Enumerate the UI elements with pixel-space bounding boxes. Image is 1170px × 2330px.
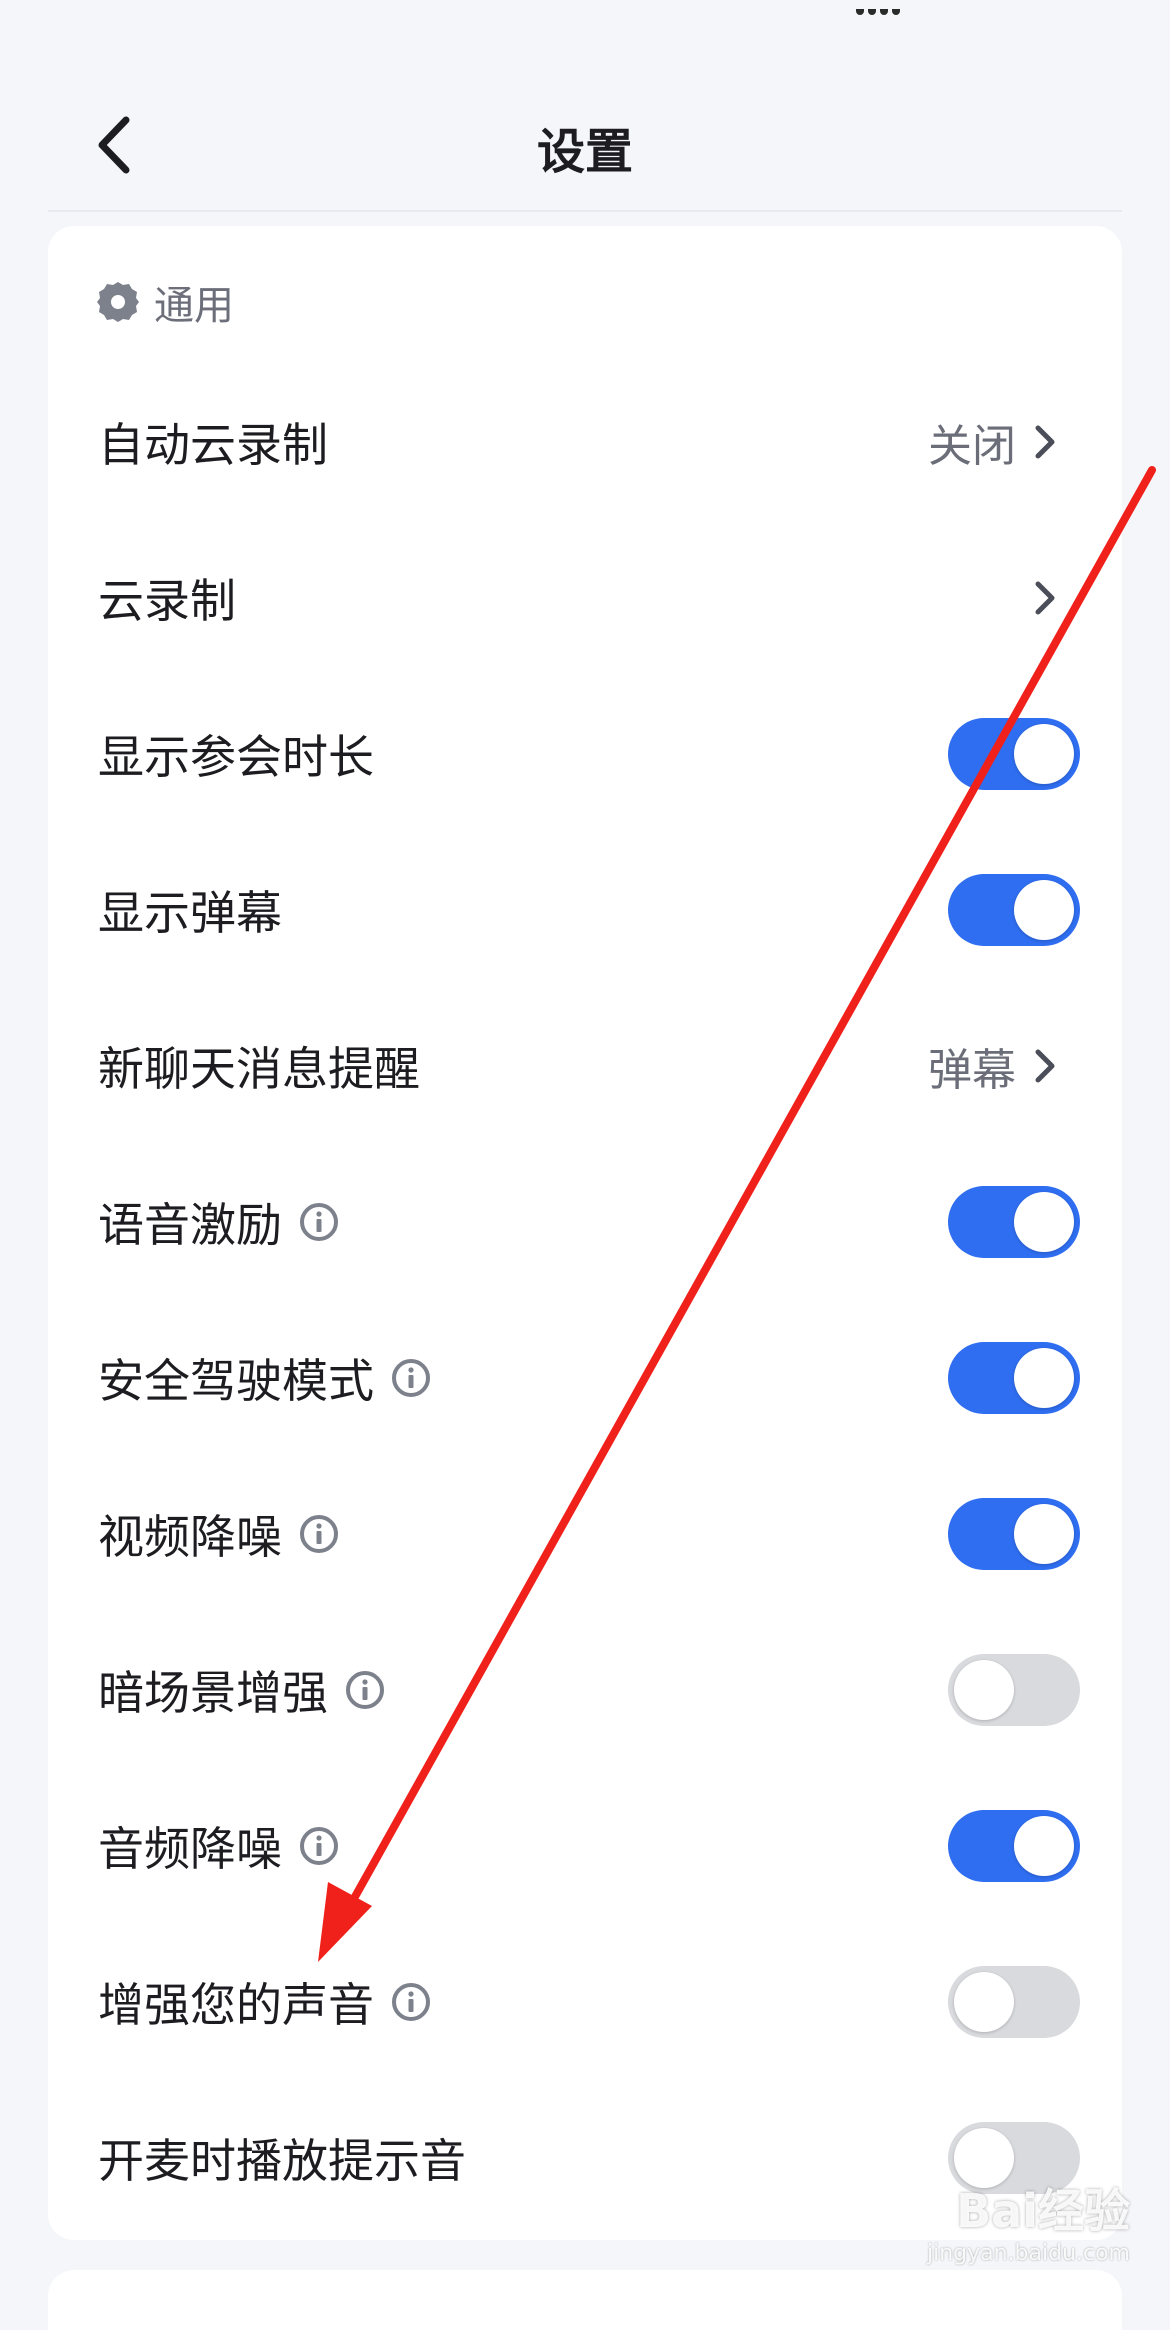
chevron-right-icon <box>1035 581 1055 615</box>
toggle-knob <box>954 1972 1014 2032</box>
settings-row-cloud-record[interactable]: 云录制 <box>48 520 1122 676</box>
toggle-switch[interactable] <box>948 1810 1080 1882</box>
settings-row-voice-incentive: 语音激励 <box>48 1144 1122 1300</box>
chevron-right-icon <box>1035 1049 1055 1083</box>
settings-row-label: 安全驾驶模式 <box>98 1345 432 1411</box>
info-icon[interactable] <box>298 1513 340 1555</box>
row-control <box>948 718 1080 790</box>
settings-row-video-noise-reduction: 视频降噪 <box>48 1456 1122 1612</box>
toggle-switch[interactable] <box>948 718 1080 790</box>
info-icon[interactable] <box>298 1825 340 1867</box>
row-control <box>1030 576 1060 620</box>
row-control <box>948 1810 1080 1882</box>
section-header: 通用 <box>94 272 234 332</box>
row-control: 关闭 <box>928 410 1060 474</box>
toggle-switch[interactable] <box>948 1498 1080 1570</box>
page-title: 设置 <box>536 124 633 180</box>
row-label-text: 语音激励 <box>98 1198 282 1252</box>
settings-card: 通用 自动云录制 关闭云录制显示参会时长 显示弹幕新聊天消息提醒 弹幕语音激励安全驾驶… <box>48 226 1122 2240</box>
settings-row-new-chat-reminder[interactable]: 新聊天消息提醒 弹幕 <box>48 988 1122 1144</box>
settings-row-label: 显示参会时长 <box>98 721 374 787</box>
row-control <box>948 1186 1080 1258</box>
settings-row-label: 视频降噪 <box>98 1501 340 1567</box>
info-icon[interactable] <box>390 1981 432 2023</box>
settings-row-auto-cloud-record[interactable]: 自动云录制 关闭 <box>48 364 1122 520</box>
row-value: 弹幕 <box>928 1045 1016 1096</box>
toggle-knob <box>1014 1816 1074 1876</box>
row-label-text: 视频降噪 <box>98 1510 282 1564</box>
settings-row-label: 自动云录制 <box>98 409 328 475</box>
info-icon[interactable] <box>298 1201 340 1243</box>
row-control <box>948 1966 1080 2038</box>
settings-row-show-meeting-duration: 显示参会时长 <box>48 676 1122 832</box>
row-label-text: 开麦时播放提示音 <box>98 2134 466 2188</box>
toggle-switch[interactable] <box>948 874 1080 946</box>
section-title: 通用 <box>154 283 234 329</box>
watermark: Bai经验 jingyan.baidu.com <box>926 2184 1130 2266</box>
info-icon[interactable] <box>390 1357 432 1399</box>
toggle-switch[interactable] <box>948 1342 1080 1414</box>
settings-row-low-light-enhance: 暗场景增强 <box>48 1612 1122 1768</box>
settings-row-label: 语音激励 <box>98 1189 340 1255</box>
settings-row-audio-noise-reduction: 音频降噪 <box>48 1768 1122 1924</box>
navigation-bar: 设置 <box>0 0 1170 210</box>
chevron-right-icon <box>1035 425 1055 459</box>
row-control <box>948 1342 1080 1414</box>
settings-row-label: 开麦时播放提示音 <box>98 2125 466 2191</box>
row-label-text: 自动云录制 <box>98 418 328 472</box>
toggle-knob <box>1014 724 1074 784</box>
gear-icon <box>97 282 139 322</box>
settings-row-label: 显示弹幕 <box>98 877 282 943</box>
info-icon[interactable] <box>344 1669 386 1711</box>
row-label-text: 显示弹幕 <box>98 886 282 940</box>
row-label-text: 暗场景增强 <box>98 1666 328 1720</box>
row-label-text: 新聊天消息提醒 <box>98 1042 420 1096</box>
row-value: 关闭 <box>928 421 1016 472</box>
settings-row-label: 增强您的声音 <box>98 1969 432 2035</box>
toggle-switch[interactable] <box>948 1966 1080 2038</box>
row-control: 弹幕 <box>928 1034 1060 1098</box>
row-label-text: 安全驾驶模式 <box>98 1354 374 1408</box>
divider <box>48 210 1122 212</box>
settings-row-label: 新聊天消息提醒 <box>98 1033 420 1099</box>
toggle-knob <box>954 1660 1014 1720</box>
row-control <box>948 1498 1080 1570</box>
settings-row-label: 暗场景增强 <box>98 1657 386 1723</box>
toggle-knob <box>1014 1504 1074 1564</box>
row-label-text: 云录制 <box>98 574 236 628</box>
settings-row-enhance-voice: 增强您的声音 <box>48 1924 1122 2080</box>
row-label-text: 显示参会时长 <box>98 730 374 784</box>
toggle-switch[interactable] <box>948 1186 1080 1258</box>
settings-row-safe-driving-mode: 安全驾驶模式 <box>48 1300 1122 1456</box>
toggle-knob <box>1014 1348 1074 1408</box>
row-control <box>948 1654 1080 1726</box>
next-section-card <box>48 2270 1122 2330</box>
settings-row-label: 云录制 <box>98 565 236 631</box>
toggle-knob <box>1014 1192 1074 1252</box>
settings-row-show-danmaku: 显示弹幕 <box>48 832 1122 988</box>
toggle-switch[interactable] <box>948 1654 1080 1726</box>
row-control <box>948 874 1080 946</box>
settings-row-label: 音频降噪 <box>98 1813 340 1879</box>
row-label-text: 音频降噪 <box>98 1822 282 1876</box>
toggle-knob <box>1014 880 1074 940</box>
row-label-text: 增强您的声音 <box>98 1978 374 2032</box>
